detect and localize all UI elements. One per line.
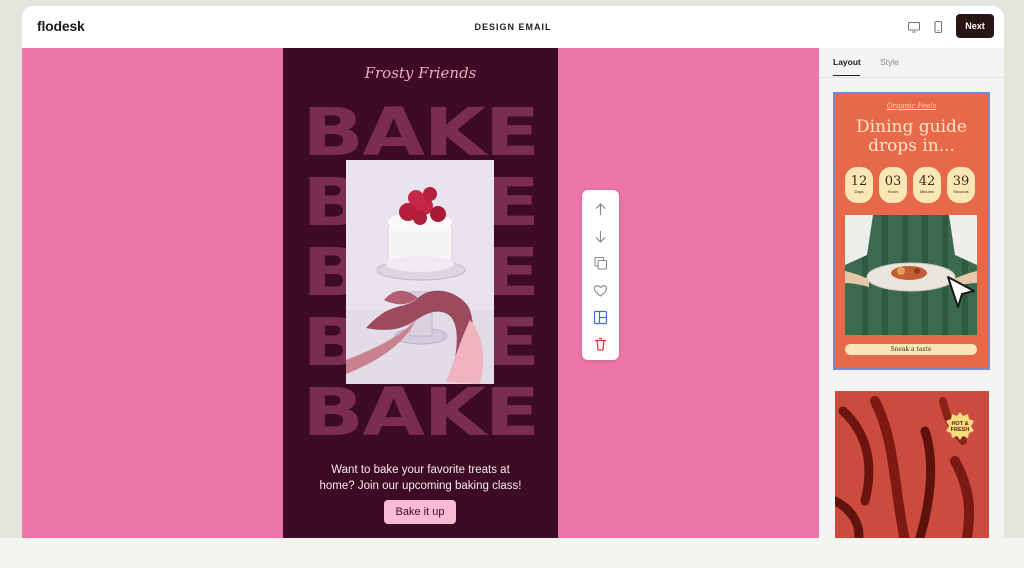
email-body-line: home? Join our upcoming baking class! — [319, 480, 522, 492]
trash-icon[interactable] — [591, 335, 610, 354]
template-card-hot-fresh[interactable]: HOT & FRESH — [835, 391, 989, 538]
top-bar: flodesk DESIGN EMAIL Next — [22, 6, 1004, 48]
countdown-value: 42 — [918, 174, 936, 189]
email-preview: Frosty Friends BAKE BAKE BAKE BAKE BAKE — [283, 48, 558, 538]
countdown-value: 03 — [884, 174, 902, 189]
arrow-down-icon[interactable] — [591, 227, 610, 246]
countdown-label: Minutes — [919, 189, 934, 194]
block-toolbar — [582, 190, 619, 360]
bake-word: BAKE — [302, 374, 539, 451]
layout-icon[interactable] — [591, 308, 610, 327]
countdown-value: 12 — [850, 174, 868, 189]
heart-icon[interactable] — [591, 281, 610, 300]
sneak-a-taste-button: Sneak a taste — [845, 344, 977, 355]
email-body-text: Want to bake your favorite treats at hom… — [295, 462, 546, 494]
bake-word: BAKE — [302, 94, 539, 171]
countdown-label: Seconds — [953, 189, 969, 194]
badge-text: FRESH — [951, 427, 970, 433]
countdown-minutes: 42 Minutes — [913, 167, 941, 203]
template-card-dining-guide[interactable]: Organic Feels Dining guide drops in... 1… — [833, 92, 990, 370]
mouse-pointer-icon — [947, 276, 975, 308]
tab-style[interactable]: Style — [880, 57, 899, 67]
template-headline-line: Dining guide — [856, 117, 967, 137]
app-window: flodesk DESIGN EMAIL Next Frosty Friends… — [22, 6, 1004, 538]
countdown-days: 12 Days — [845, 167, 873, 203]
tab-layout[interactable]: Layout — [833, 57, 861, 67]
desktop-icon[interactable] — [907, 20, 921, 34]
hot-fresh-badge: HOT & FRESH — [946, 412, 974, 440]
arrow-up-icon[interactable] — [591, 200, 610, 219]
countdown-label: Hours — [887, 189, 899, 194]
active-tab-indicator — [833, 75, 860, 76]
email-body-line: Want to bake your favorite treats at — [331, 464, 510, 476]
countdown-label: Days — [854, 189, 864, 194]
duplicate-icon[interactable] — [591, 254, 610, 273]
mobile-icon[interactable] — [931, 20, 945, 34]
template-headline: Dining guide drops in... — [835, 118, 988, 156]
template-headline-line: drops in... — [868, 136, 955, 156]
countdown-seconds: 39 Seconds — [947, 167, 975, 203]
next-button[interactable]: Next — [956, 14, 994, 38]
tab-divider — [819, 77, 1004, 78]
page-bottom-band — [0, 538, 1024, 568]
editor-canvas: Frosty Friends BAKE BAKE BAKE BAKE BAKE — [22, 48, 819, 538]
page-title: DESIGN EMAIL — [474, 22, 552, 32]
bake-it-up-button[interactable]: Bake it up — [384, 500, 456, 524]
email-script-title: Frosty Friends — [364, 64, 477, 82]
countdown-value: 39 — [952, 174, 970, 189]
hero-cake-image[interactable] — [346, 160, 494, 384]
template-small-label: Organic Feels — [886, 102, 937, 110]
countdown-hours: 03 Hours — [879, 167, 907, 203]
